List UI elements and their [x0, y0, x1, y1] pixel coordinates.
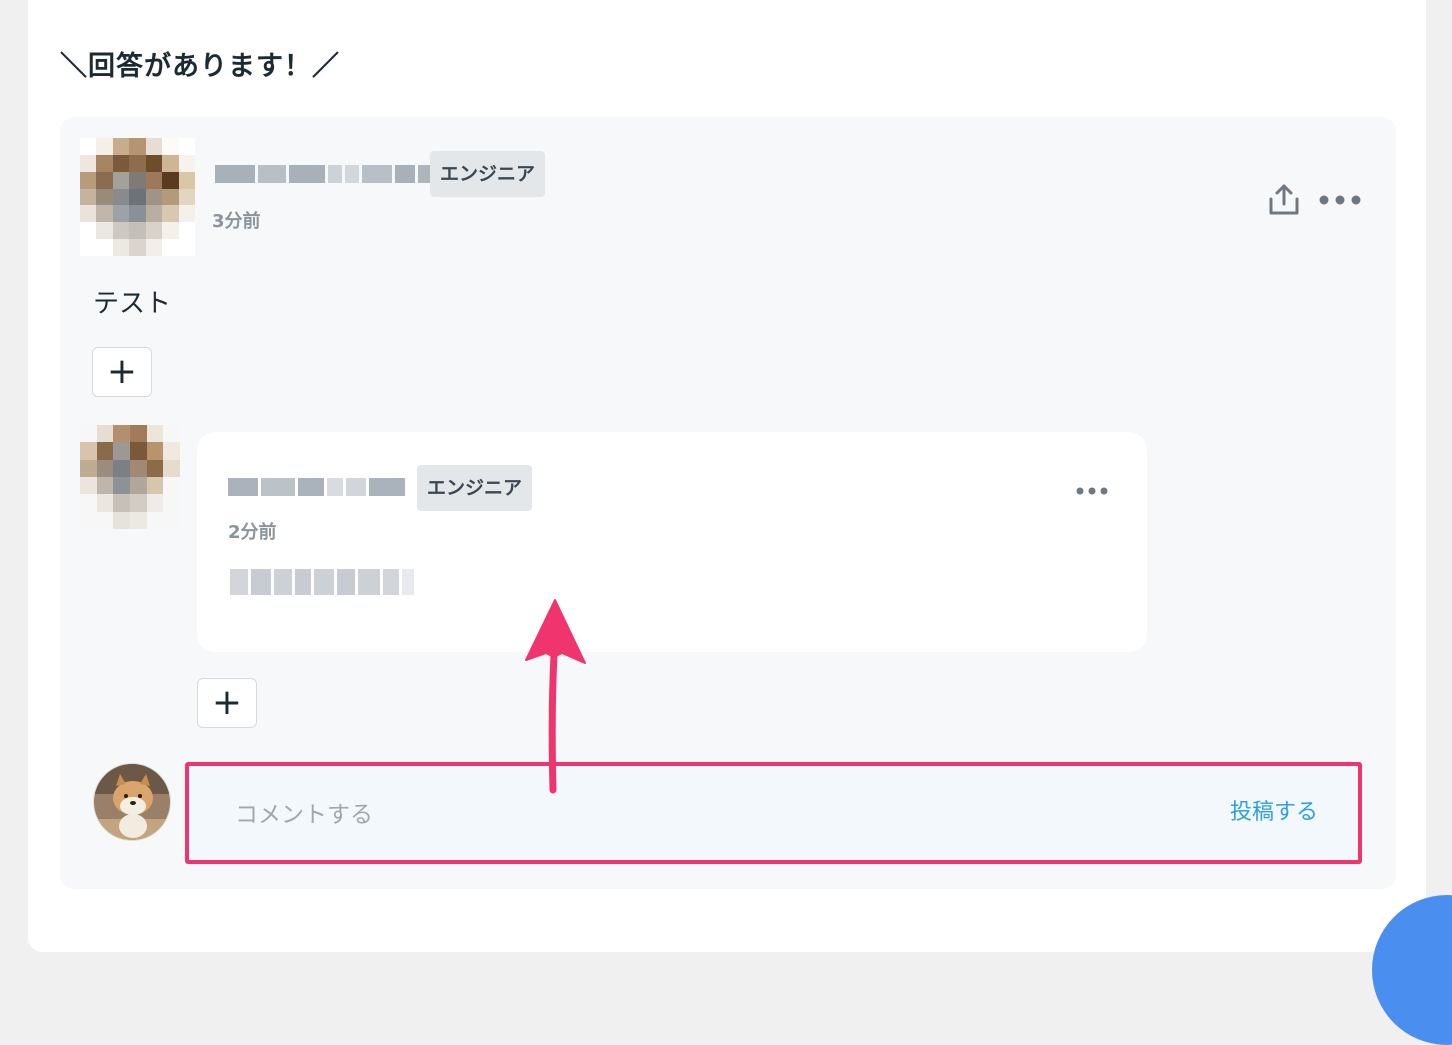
reply-more-horizontal-icon[interactable] — [1072, 481, 1112, 501]
answer-heading: ＼回答があります！／ — [60, 51, 340, 82]
comment-form: 投稿する — [185, 762, 1362, 864]
post-comment-button[interactable]: 投稿する — [1230, 794, 1318, 826]
answer-body: テスト — [93, 289, 172, 319]
role-badge: エンジニア — [430, 151, 546, 197]
reply-add-reaction-button[interactable]: + — [197, 678, 257, 728]
plus-icon: + — [211, 682, 243, 723]
reply-body-redacted — [230, 569, 414, 595]
more-horizontal-icon[interactable] — [1316, 188, 1364, 212]
replier-name-redacted — [228, 478, 405, 496]
reply-timestamp: 2分前 — [228, 522, 277, 543]
plus-icon: + — [106, 351, 138, 392]
comment-input[interactable] — [233, 794, 1137, 836]
answerer-avatar[interactable] — [80, 138, 195, 256]
answerer-name-redacted — [215, 165, 436, 183]
replier-avatar[interactable] — [80, 425, 180, 529]
share-upload-icon[interactable] — [1264, 180, 1304, 220]
answer-timestamp: 3分前 — [212, 211, 261, 232]
reply-card — [197, 432, 1147, 652]
add-reaction-button[interactable]: + — [92, 347, 152, 397]
current-user-avatar — [93, 763, 171, 841]
annotation-arrow — [525, 599, 586, 794]
reply-role-badge: エンジニア — [417, 465, 533, 511]
